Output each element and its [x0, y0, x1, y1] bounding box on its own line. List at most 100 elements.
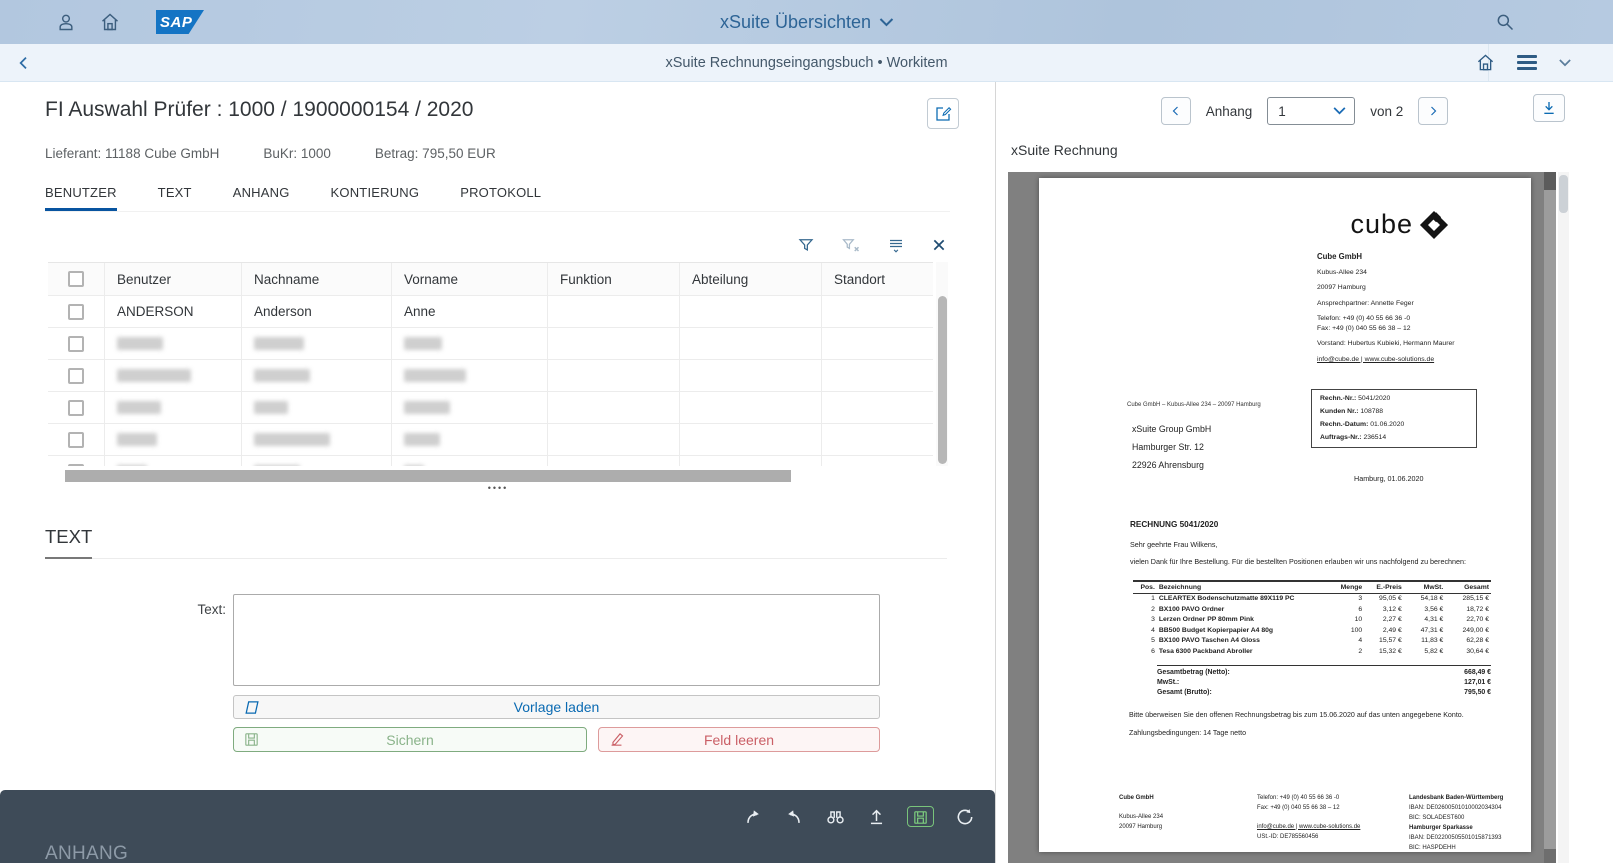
row-checkbox[interactable] [68, 336, 84, 352]
panel-scrollbar [1558, 172, 1569, 863]
scrollbar-thumb[interactable] [1544, 172, 1556, 190]
invoice-footer-line: Cube GmbH [1119, 795, 1257, 803]
binoculars-icon[interactable] [825, 807, 846, 827]
edit-button[interactable] [927, 98, 959, 129]
chevron-down-icon [879, 18, 893, 27]
load-template-button[interactable]: Vorlage laden [233, 695, 880, 719]
invoice-item-row: 1CLEARTEX Bodenschutzmatte 89X119 PC395,… [1133, 594, 1491, 605]
group-icon[interactable] [887, 236, 905, 254]
clear-filter-icon[interactable] [841, 236, 861, 254]
document-title: xSuite Rechnung [1011, 142, 1613, 158]
row-checkbox-cell [48, 456, 105, 466]
row-checkbox[interactable] [68, 400, 84, 416]
tab-protokoll[interactable]: PROTOKOLL [460, 185, 541, 211]
column-header-standort[interactable]: Standort [822, 263, 933, 295]
attachment-toolbar: Anhang 1 von 2 [996, 82, 1613, 130]
scrollbar-thumb[interactable] [1559, 175, 1568, 213]
row-checkbox[interactable] [68, 432, 84, 448]
resize-grip[interactable]: •••• [48, 484, 948, 492]
table-row[interactable] [48, 456, 933, 466]
table-toolbar [45, 236, 947, 254]
tab-kontierung[interactable]: KONTIERUNG [331, 185, 420, 211]
invoice-company-line: Kubus-Allee 234 [1317, 269, 1477, 277]
table-cell [392, 392, 548, 423]
column-header-benutzer[interactable]: Benutzer [105, 263, 242, 295]
row-checkbox[interactable] [68, 304, 84, 320]
invoice-company-line: Vorstand: Hubertus Kubieki, Hermann Maur… [1317, 340, 1477, 348]
pdf-scrollbar [1544, 172, 1556, 863]
invoice-footer-line: info@cube.de | www.cube-solutions.de [1257, 824, 1409, 832]
table-row[interactable]: ANDERSONAndersonAnne [48, 296, 933, 328]
refresh-icon[interactable] [955, 807, 975, 827]
select-all-checkbox[interactable] [68, 271, 84, 287]
redacted-text [254, 465, 300, 466]
table-cell [680, 392, 822, 423]
table-row[interactable] [48, 360, 933, 392]
tab-anhang[interactable]: ANHANG [233, 185, 290, 211]
row-checkbox-cell [48, 392, 105, 423]
home-icon[interactable] [1476, 53, 1495, 72]
tab-text[interactable]: TEXT [158, 185, 192, 211]
pdf-viewer: cube Cube GmbHKubus-Allee 23420097 Hambu… [1008, 172, 1556, 863]
invoice-intro: vielen Dank für Ihre Bestellung. Für die… [1130, 557, 1466, 566]
undo-icon[interactable] [784, 807, 804, 827]
redacted-text [404, 465, 424, 466]
search-icon[interactable] [1495, 12, 1515, 32]
erase-icon [608, 731, 625, 748]
attachment-count: von 2 [1370, 104, 1403, 119]
table-cell [680, 456, 822, 466]
scrollbar-thumb[interactable] [938, 296, 947, 464]
table-row[interactable] [48, 424, 933, 456]
next-attachment-button[interactable] [1418, 97, 1448, 125]
invoice-title: RECHNUNG 5041/2020 [1130, 520, 1218, 530]
menu-icon[interactable] [1517, 55, 1537, 70]
redo-icon[interactable] [743, 807, 763, 827]
section-title-text: TEXT [45, 526, 92, 559]
invoice-company-line: 20097 Hamburg [1317, 284, 1477, 292]
scrollbar-thumb[interactable] [65, 470, 791, 482]
nav-bar: xSuite Rechnungseingangsbuch • Workitem [0, 44, 1613, 82]
column-header-funktion[interactable]: Funktion [548, 263, 680, 295]
sap-logo: SAP [156, 10, 204, 34]
table-cell [392, 424, 548, 455]
save-button[interactable]: Sichern [233, 727, 587, 752]
attachment-label: Anhang [1206, 104, 1253, 119]
row-checkbox[interactable] [68, 368, 84, 384]
clear-field-label: Feld leeren [704, 732, 774, 748]
redacted-text [254, 433, 330, 446]
row-checkbox[interactable] [68, 464, 84, 467]
column-header-nachname[interactable]: Nachname [242, 263, 392, 295]
table-cell [242, 456, 392, 466]
column-header-abteilung[interactable]: Abteilung [680, 263, 822, 295]
save-icon[interactable] [907, 806, 934, 827]
back-icon[interactable] [16, 55, 32, 71]
upload-icon[interactable] [867, 807, 886, 827]
invoice-footer: Cube GmbHKubus-Allee 23420097 HamburgTel… [1119, 795, 1537, 855]
invoice-company-block: Cube GmbHKubus-Allee 23420097 HamburgAns… [1317, 252, 1477, 371]
invoice-recipient: xSuite Group GmbHHamburger Str. 1222926 … [1132, 424, 1211, 478]
table-cell [680, 328, 822, 359]
column-header-vorname[interactable]: Vorname [392, 263, 548, 295]
home-icon[interactable] [100, 12, 120, 32]
table-row[interactable] [48, 328, 933, 360]
person-icon[interactable] [56, 12, 76, 32]
table-cell [822, 296, 933, 327]
shell-title[interactable]: xSuite Übersichten [720, 12, 893, 33]
table-cell [680, 360, 822, 391]
download-button[interactable] [1533, 94, 1565, 122]
chevron-down-icon[interactable] [1559, 59, 1571, 67]
filter-icon[interactable] [797, 236, 815, 254]
scrollbar-button[interactable] [1544, 849, 1556, 863]
prev-attachment-button[interactable] [1161, 97, 1191, 125]
invoice-recipient-line: xSuite Group GmbH [1132, 424, 1211, 435]
invoice-total-value: 795,50 € [1464, 689, 1491, 698]
tab-benutzer[interactable]: BENUTZER [45, 185, 117, 211]
invoice-footer-line: Landesbank Baden-Württemberg [1409, 795, 1537, 803]
text-input[interactable] [233, 594, 880, 686]
close-icon[interactable] [931, 237, 947, 253]
clear-field-button[interactable]: Feld leeren [598, 727, 880, 752]
attachment-select[interactable]: 1 [1267, 97, 1355, 125]
invoice-total-value: 127,01 € [1464, 679, 1491, 688]
table-row[interactable] [48, 392, 933, 424]
redacted-text [254, 369, 310, 382]
